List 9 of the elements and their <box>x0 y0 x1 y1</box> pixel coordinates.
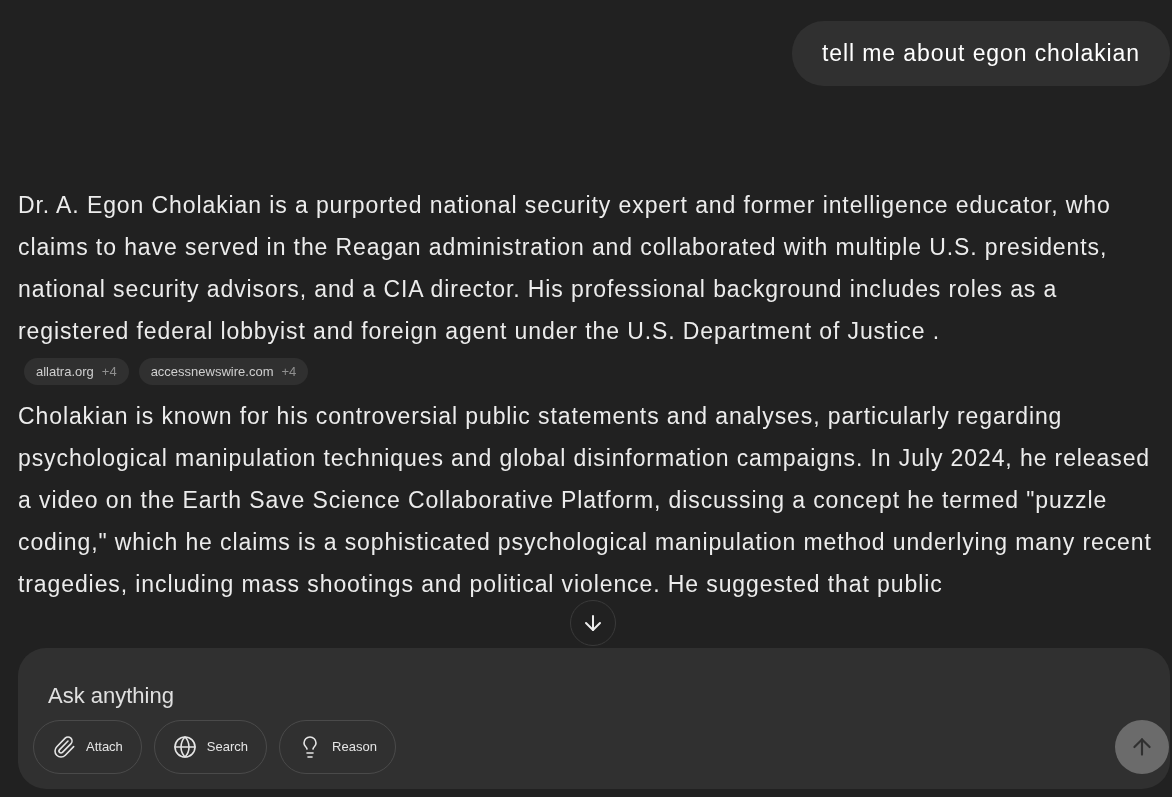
source-chip[interactable]: allatra.org +4 <box>24 358 129 385</box>
scroll-down-button[interactable] <box>570 600 616 646</box>
source-chip[interactable]: accessnewswire.com +4 <box>138 358 309 385</box>
paperclip-icon <box>52 735 76 759</box>
prompt-input[interactable]: Ask anything <box>48 678 1155 714</box>
globe-icon <box>172 735 197 759</box>
answer-paragraph: Dr. A. Egon Cholakian is a purported national security expert and former intelligence educator, who claims to have served in the Reagan administration and collaborated with multiple U.S. presidents, national security advisors, and a CIA director. His professional background includes roles as a registered federal lobbyist and foreign agent under the U.S. Department of Justice . <box>18 191 1112 346</box>
answer-paragraph: Cholakian is known for his controversial public statements and analyses, particularly regarding psychological manipulation techniques and global disinformation campaigns. In July 2024, he released a video on the Earth Save Science Collaborative Platform, discussing a concept he termed "puzzle coding," which he claims is a sophisticated psychological manipulation method underlying many recent tragedies, including mass shootings and political violence. He suggested that public <box>18 402 1153 599</box>
user-message-bubble: tell me about egon cholakian <box>792 21 1170 86</box>
